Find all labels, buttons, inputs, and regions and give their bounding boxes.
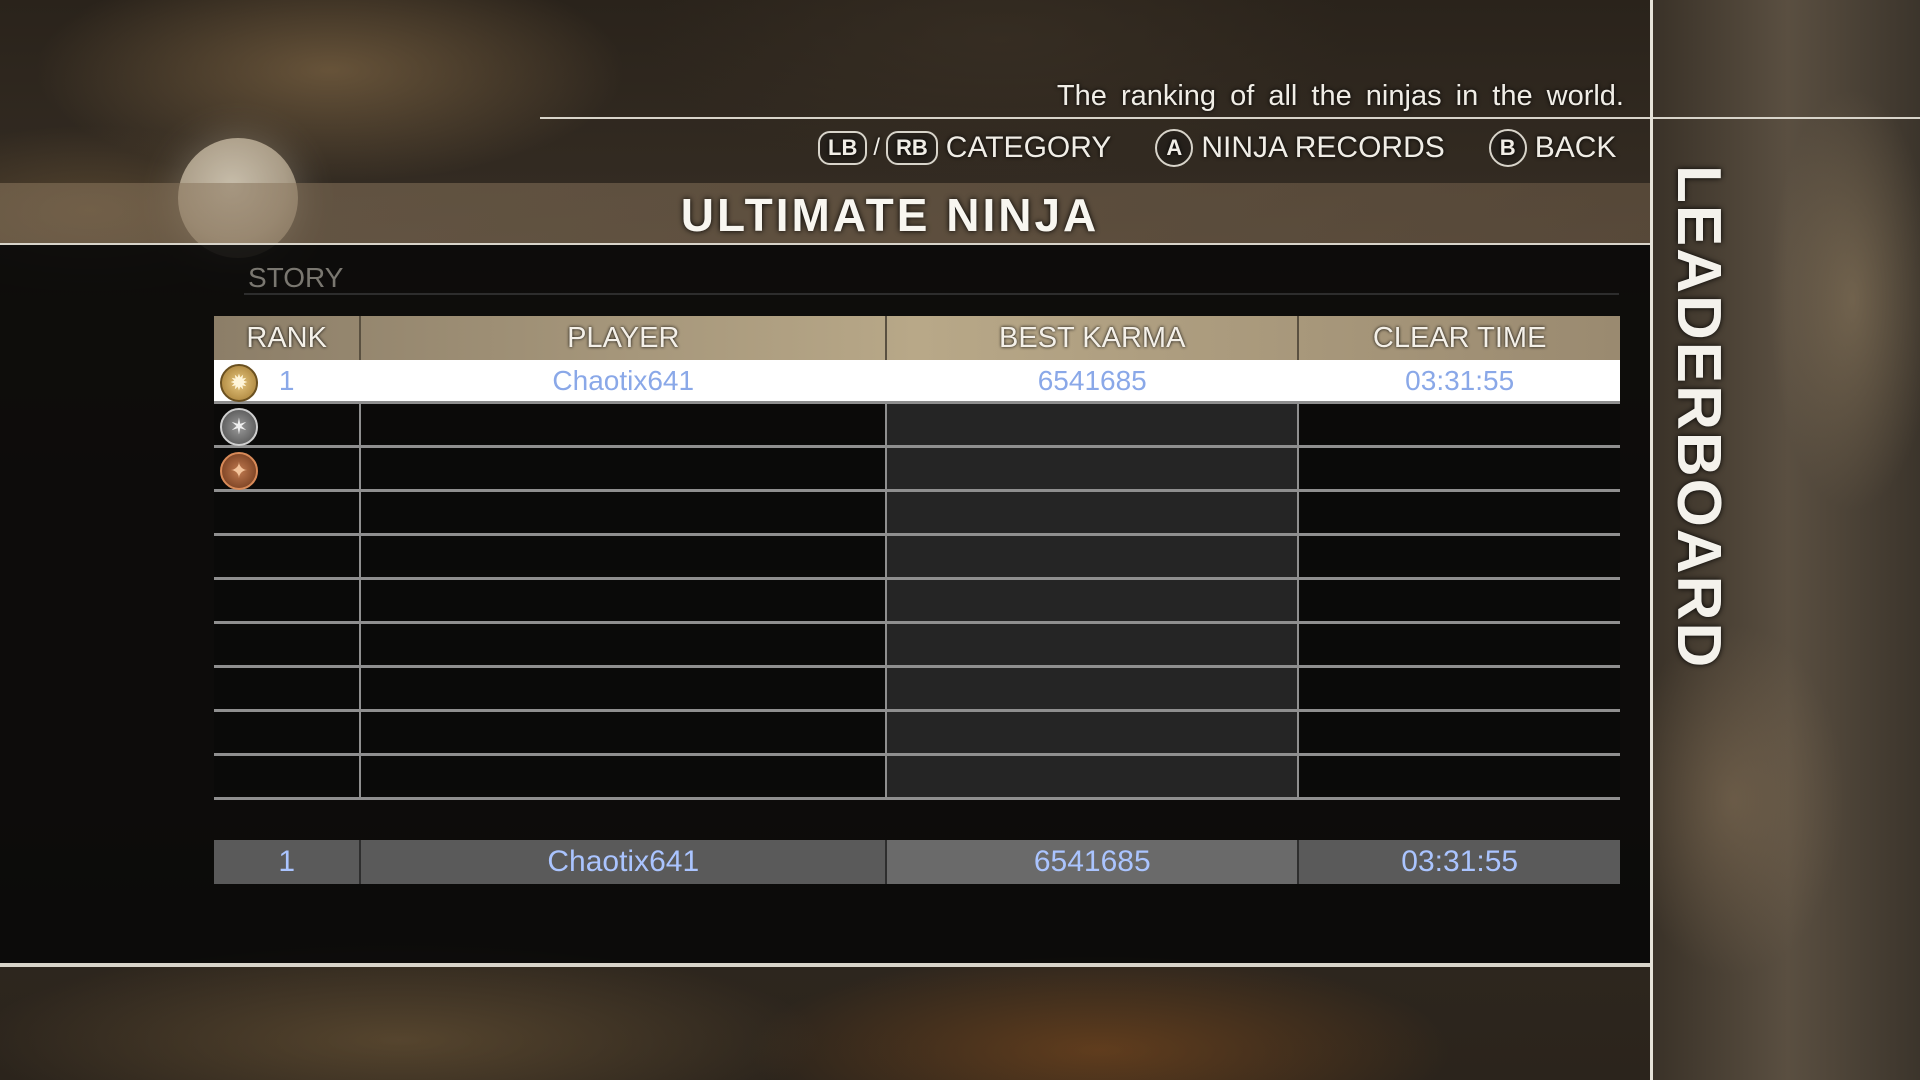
rank-cell [214,580,362,621]
time-cell [1299,756,1620,797]
side-panel-rule [1653,117,1920,119]
player-cell [361,448,888,489]
header-best-karma: BEST KARMA [887,316,1300,360]
control-hints: LB / RB CATEGORY A NINJA RECORDS B BACK [818,128,1616,168]
rb-button-icon[interactable]: RB [886,131,938,165]
your-rank-cell: 1 [214,840,362,884]
page-subtitle: The ranking of all the ninjas in the wor… [1056,80,1624,112]
rank-cell: ✹ 1 [214,360,362,402]
time-cell [1299,492,1620,533]
time-cell [1299,404,1620,445]
time-cell [1299,580,1620,621]
karma-cell: 6541685 [887,360,1300,401]
table-header: RANK PLAYER BEST KARMA CLEAR TIME [214,316,1620,360]
table-row[interactable] [214,536,1620,580]
category-story-label: STORY [248,262,344,293]
category-rule [244,293,1619,295]
header-player: PLAYER [361,316,888,360]
player-cell [361,712,888,753]
table-row[interactable] [214,624,1620,668]
silver-medal-icon: ✶ [220,408,258,446]
karma-cell [887,756,1300,797]
karma-cell [887,712,1300,753]
player-cell [361,404,888,445]
header-rule [540,117,1650,119]
player-cell [361,492,888,533]
rank-value: 1 [278,364,295,396]
karma-cell [887,448,1300,489]
your-time-cell: 03:31:55 [1401,845,1519,878]
leaderboard-table: RANK PLAYER BEST KARMA CLEAR TIME ✹ 1 Ch… [214,316,1620,800]
your-player-cell: Chaotix641 [361,840,888,884]
karma-cell [887,404,1300,445]
a-button-icon[interactable]: A [1155,129,1194,167]
karma-cell [887,580,1300,621]
player-cell [361,756,888,797]
time-cell [1299,668,1620,709]
time-cell [1299,536,1620,577]
table-row[interactable] [214,756,1620,800]
lb-button-icon[interactable]: LB [818,131,868,165]
category-label[interactable]: CATEGORY [946,131,1112,165]
karma-cell [887,536,1300,577]
time-cell [1299,448,1620,489]
rank-cell [214,536,362,577]
time-cell: 03:31:55 [1405,364,1515,396]
your-rank-row[interactable]: 1 Chaotix641 6541685 03:31:55 [214,840,1620,884]
table-row[interactable]: ✦ [214,448,1620,492]
back-label[interactable]: BACK [1535,131,1617,165]
your-karma-cell: 6541685 [887,840,1300,884]
bronze-medal-icon: ✦ [220,452,258,490]
player-cell: Chaotix641 [361,360,888,401]
rank-cell [214,624,362,665]
karma-cell [887,668,1300,709]
karma-cell [887,624,1300,665]
table-row[interactable] [214,668,1620,712]
header-rank: RANK [214,316,362,360]
bottom-rule [0,965,1650,967]
header-clear-time: CLEAR TIME [1372,321,1547,354]
gold-medal-icon: ✹ [220,364,258,402]
time-cell [1299,712,1620,753]
table-row[interactable]: ✶ [214,404,1620,448]
rank-cell [214,668,362,709]
player-cell [361,624,888,665]
time-cell [1299,624,1620,665]
leaderboard-side-title: LEADERBOARD [1664,165,1733,670]
control-separator: / [873,134,880,161]
rank-cell: ✦ [214,448,362,490]
rank-cell: ✶ [214,404,362,446]
rank-cell [214,492,362,533]
page-title: ULTIMATE NINJA [680,189,1100,241]
b-button-icon[interactable]: B [1488,129,1527,167]
table-row[interactable]: ✹ 1 Chaotix641 6541685 03:31:55 [214,360,1620,404]
player-cell [361,536,888,577]
table-row[interactable] [214,580,1620,624]
player-cell [361,580,888,621]
player-cell [361,668,888,709]
rank-cell [214,712,362,753]
ninja-records-label[interactable]: NINJA RECORDS [1201,131,1444,165]
rank-cell [214,756,362,797]
karma-cell [887,492,1300,533]
table-row[interactable] [214,492,1620,536]
table-row[interactable] [214,712,1620,756]
